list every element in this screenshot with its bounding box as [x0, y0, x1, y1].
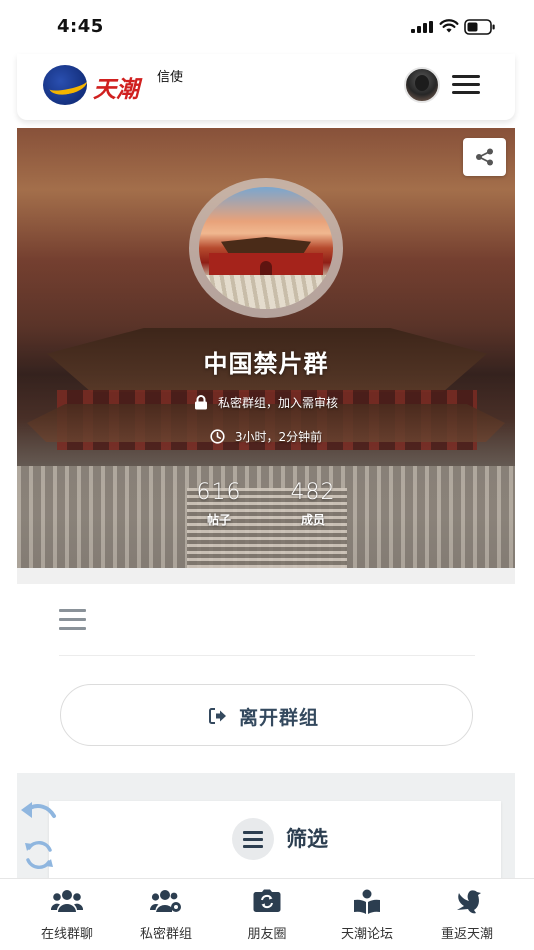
nav-item-private-groups[interactable]: 私密群组	[116, 889, 216, 942]
back-arrow-icon[interactable]	[18, 798, 58, 826]
nav-item-moments[interactable]: 朋友圈	[217, 889, 317, 942]
group-last-active-text: 3小时，2分钟前	[234, 430, 323, 444]
app-logo[interactable]: 天潮 信使	[43, 62, 183, 110]
nav-label-online-chat: 在线群聊	[40, 927, 93, 942]
wifi-icon	[439, 19, 459, 33]
lock-icon	[194, 395, 207, 410]
stat-posts[interactable]: 616 帖子	[179, 480, 259, 528]
cover-bottom-band	[17, 568, 515, 584]
status-bar: 4:45	[0, 0, 534, 54]
filter-label: 筛选	[286, 827, 328, 851]
logo-subtext: 信使	[157, 70, 184, 85]
camera-retro-icon	[217, 889, 317, 915]
nav-label-moments: 朋友圈	[247, 927, 287, 942]
group-cover: 中国禁片群 私密群组，加入需审核 3小时，2分钟前 616 帖子 482 成员	[17, 128, 515, 568]
battery-icon	[464, 19, 495, 35]
nav-label-return: 重返天潮	[440, 927, 493, 942]
cellular-signal-icon	[411, 21, 433, 33]
nav-item-online-chat[interactable]: 在线群聊	[17, 889, 117, 942]
hamburger-menu-icon[interactable]	[452, 74, 480, 96]
nav-label-private-groups: 私密群组	[139, 927, 192, 942]
leave-group-button[interactable]: 离开群组	[60, 684, 473, 746]
user-avatar[interactable]	[404, 67, 440, 103]
clock-icon	[210, 429, 225, 444]
group-last-active: 3小时，2分钟前	[17, 428, 515, 445]
stat-posts-value: 616	[196, 480, 242, 505]
filter-bars-icon	[232, 818, 274, 860]
leave-group-label: 离开群组	[239, 707, 320, 729]
stat-members[interactable]: 482 成员	[273, 480, 353, 528]
nav-item-forum[interactable]: 天潮论坛	[317, 889, 417, 942]
logo-text: 天潮	[93, 76, 139, 103]
refresh-icon[interactable]	[22, 838, 56, 872]
share-button[interactable]	[463, 138, 506, 176]
group-privacy: 私密群组，加入需审核	[17, 394, 515, 411]
sign-out-icon	[209, 708, 226, 724]
share-icon	[476, 148, 493, 166]
list-view-toggle-icon[interactable]	[59, 609, 86, 630]
group-avatar[interactable]	[189, 178, 343, 318]
section-divider	[59, 655, 475, 656]
group-privacy-text: 私密群组，加入需审核	[217, 396, 338, 410]
nav-label-forum: 天潮论坛	[340, 927, 393, 942]
stat-members-label: 成员	[300, 513, 325, 527]
bottom-nav: 在线群聊 私密群组 朋友圈 天潮论坛 重返天潮	[0, 878, 534, 950]
dove-icon	[417, 889, 517, 915]
group-avatar-image	[199, 187, 333, 309]
users-icon	[17, 889, 117, 915]
nav-item-return[interactable]: 重返天潮	[417, 889, 517, 942]
filter-panel: 筛选	[17, 773, 515, 893]
stat-posts-label: 帖子	[206, 513, 231, 527]
stat-members-value: 482	[290, 480, 336, 505]
users-gear-icon	[116, 889, 216, 915]
group-title: 中国禁片群	[203, 350, 329, 378]
app-header: 天潮 信使	[17, 54, 515, 120]
status-time: 4:45	[57, 16, 104, 37]
book-reader-icon	[317, 889, 417, 915]
